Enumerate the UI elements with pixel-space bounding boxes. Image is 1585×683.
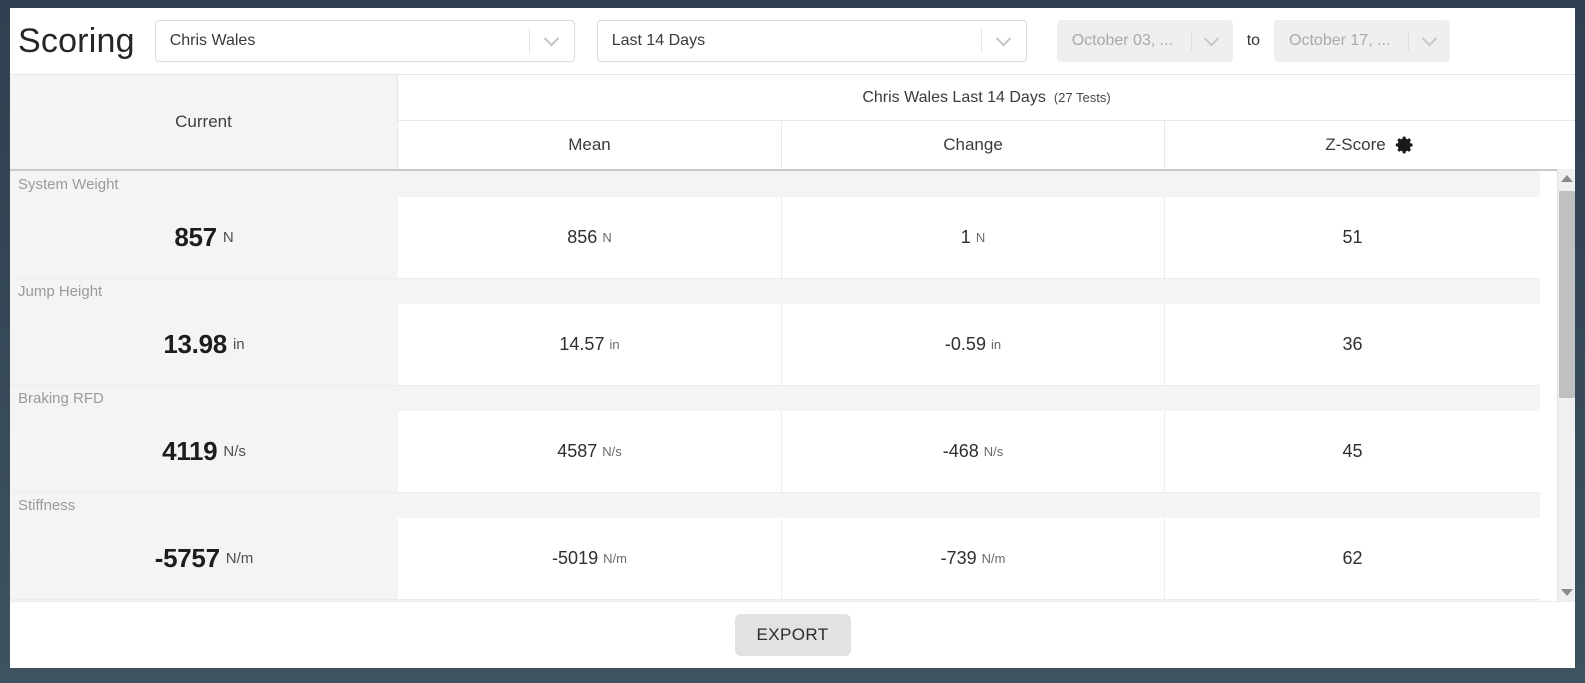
column-header-current: Current — [10, 75, 398, 169]
export-button[interactable]: EXPORT — [734, 614, 851, 656]
change-unit: N/m — [981, 551, 1006, 566]
chevron-down-icon[interactable] — [1409, 30, 1449, 47]
row-body: 4119 N/s 4587 N/s -468 N/s 45 — [10, 411, 1540, 492]
scrollbar-thumb[interactable] — [1559, 191, 1575, 398]
chevron-down-icon[interactable] — [530, 30, 574, 47]
end-date-value: October 17, ... — [1289, 32, 1391, 49]
cell-mean: -5019 N/m — [398, 518, 782, 599]
gear-icon[interactable] — [1395, 135, 1415, 155]
mean-value: 856 — [567, 227, 598, 247]
start-date-select[interactable]: October 03, ... — [1056, 20, 1233, 62]
mean-value: 14.57 — [559, 334, 605, 354]
table-scroll-viewport[interactable]: System Weight 857 N 856 N 1 N 51 Jump He… — [10, 169, 1575, 601]
column-header-change[interactable]: Change — [782, 121, 1165, 169]
current-value: 13.98 — [163, 329, 227, 359]
table-row: Braking RFD 4119 N/s 4587 N/s -468 N/s 4… — [10, 385, 1540, 492]
table-row: System Weight 857 N 856 N 1 N 51 — [10, 171, 1540, 278]
cell-current: -5757 N/m — [10, 518, 398, 599]
current-unit: N — [222, 229, 234, 246]
cell-change: -0.59 in — [782, 304, 1165, 385]
table-header: Current Chris Wales Last 14 Days (27 Tes… — [10, 75, 1575, 169]
current-value: -5757 — [154, 543, 220, 573]
scoring-table: Current Chris Wales Last 14 Days (27 Tes… — [10, 74, 1575, 601]
cell-mean: 856 N — [398, 197, 782, 278]
mean-value: 4587 — [557, 441, 598, 461]
table-row: Stiffness -5757 N/m -5019 N/m -739 N/m 6… — [10, 492, 1540, 599]
table-header-right: Chris Wales Last 14 Days (27 Tests) Mean… — [398, 75, 1575, 169]
group-title-text: Chris Wales Last 14 Days — [862, 88, 1046, 106]
current-unit: in — [232, 336, 245, 353]
start-date-value: October 03, ... — [1071, 32, 1174, 49]
table-column-headers: Mean Change Z-Score — [398, 121, 1575, 169]
cell-zscore: 62 — [1165, 518, 1540, 599]
player-select[interactable]: Chris Wales — [154, 20, 575, 62]
toolbar: Scoring Chris Wales Last 14 Days October… — [10, 8, 1575, 74]
row-cells: 856 N 1 N 51 — [398, 197, 1540, 278]
cell-mean: 14.57 in — [398, 304, 782, 385]
change-unit: N — [975, 230, 986, 245]
tests-count: (27 Tests) — [1053, 90, 1111, 105]
triangle-up-icon[interactable] — [1558, 169, 1575, 187]
chevron-down-icon[interactable] — [1192, 30, 1232, 47]
change-unit: in — [990, 337, 1002, 352]
row-body: 857 N 856 N 1 N 51 — [10, 197, 1540, 278]
mean-unit: in — [609, 337, 620, 352]
change-unit: N/s — [983, 444, 1004, 459]
current-unit: N/m — [225, 550, 254, 567]
cell-mean: 4587 N/s — [398, 411, 782, 492]
cell-zscore: 45 — [1165, 411, 1540, 492]
table-body: System Weight 857 N 856 N 1 N 51 Jump He… — [10, 171, 1540, 601]
row-cells: 14.57 in -0.59 in 36 — [398, 304, 1540, 385]
cell-zscore: 51 — [1165, 197, 1540, 278]
mean-value: -5019 — [552, 548, 599, 568]
mean-unit: N — [602, 230, 612, 245]
cell-zscore: 36 — [1165, 304, 1540, 385]
zscore-value: 51 — [1342, 227, 1363, 247]
current-value: 857 — [174, 222, 217, 252]
column-header-zscore[interactable]: Z-Score — [1165, 121, 1575, 169]
row-label: Stiffness — [10, 492, 1540, 518]
column-header-zscore-label: Z-Score — [1325, 135, 1386, 154]
chevron-down-icon[interactable] — [982, 30, 1026, 47]
current-value: 4119 — [162, 436, 218, 466]
player-select-value: Chris Wales — [169, 32, 256, 49]
cell-change: 1 N — [782, 197, 1165, 278]
end-date-select[interactable]: October 17, ... — [1274, 20, 1451, 62]
current-unit: N/s — [223, 443, 246, 460]
row-label: System Weight — [10, 171, 1540, 197]
row-cells: -5019 N/m -739 N/m 62 — [398, 518, 1540, 599]
date-range-separator: to — [1246, 32, 1261, 49]
table-group-title: Chris Wales Last 14 Days (27 Tests) — [398, 75, 1575, 121]
date-range-select[interactable]: Last 14 Days — [596, 20, 1027, 62]
mean-unit: N/m — [603, 551, 627, 566]
change-value: -739 — [940, 548, 977, 568]
row-cells: 4587 N/s -468 N/s 45 — [398, 411, 1540, 492]
triangle-down-icon[interactable] — [1558, 583, 1575, 601]
page-title: Scoring — [18, 21, 135, 60]
cell-current: 13.98 in — [10, 304, 398, 385]
row-body: -5757 N/m -5019 N/m -739 N/m 62 — [10, 518, 1540, 599]
date-range-select-value: Last 14 Days — [611, 32, 706, 49]
mean-unit: N/s — [602, 444, 622, 459]
change-value: -468 — [942, 441, 979, 461]
cell-current: 857 N — [10, 197, 398, 278]
table-row: Jump Height 13.98 in 14.57 in -0.59 in 3… — [10, 278, 1540, 385]
cell-change: -468 N/s — [782, 411, 1165, 492]
zscore-value: 62 — [1342, 548, 1363, 568]
footer: EXPORT — [10, 601, 1575, 668]
window-frame: Scoring Chris Wales Last 14 Days October… — [0, 0, 1585, 683]
cell-change: -739 N/m — [782, 518, 1165, 599]
vertical-scrollbar[interactable] — [1557, 169, 1575, 601]
column-header-mean[interactable]: Mean — [398, 121, 782, 169]
app-window: Scoring Chris Wales Last 14 Days October… — [10, 8, 1575, 668]
row-label: Braking RFD — [10, 385, 1540, 411]
row-body: 13.98 in 14.57 in -0.59 in 36 — [10, 304, 1540, 385]
zscore-value: 36 — [1342, 334, 1363, 354]
zscore-value: 45 — [1342, 441, 1363, 461]
change-value: 1 — [960, 227, 971, 247]
change-value: -0.59 — [944, 334, 986, 354]
cell-current: 4119 N/s — [10, 411, 398, 492]
row-label: Jump Height — [10, 278, 1540, 304]
